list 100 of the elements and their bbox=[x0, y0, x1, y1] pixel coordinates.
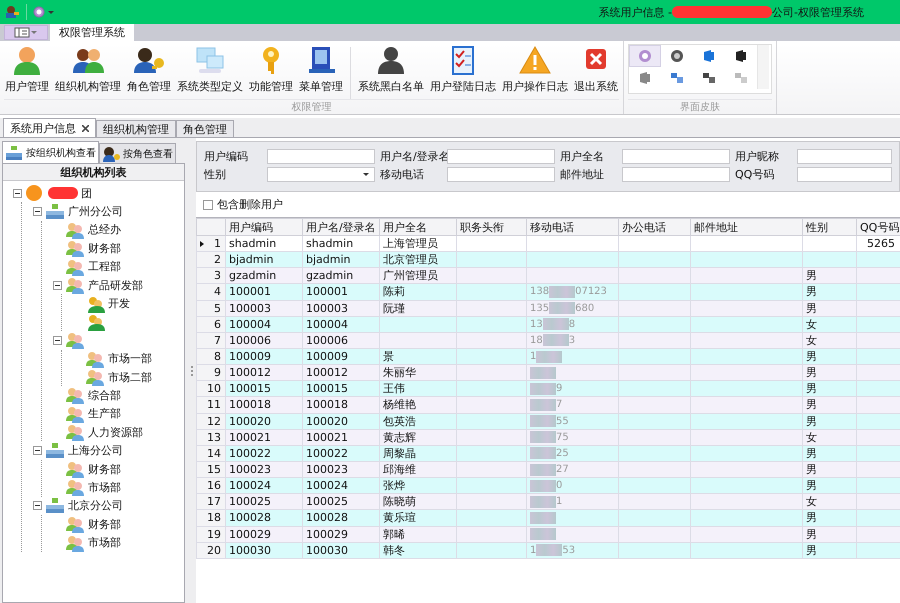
blurred-text bbox=[536, 350, 562, 363]
table-row[interactable]: 1 shadmin shadmin 上海管理员 5265 bbox=[196, 236, 900, 252]
input-field[interactable] bbox=[797, 149, 892, 164]
ribbon-tab[interactable]: 权限管理系统 bbox=[50, 24, 134, 41]
collapse-toggle[interactable] bbox=[33, 501, 42, 510]
table-row[interactable]: 14 100022 100022 周黎晶 25 男 bbox=[196, 445, 900, 462]
toolbar-button[interactable]: 组织机构管理 bbox=[52, 43, 124, 99]
tree-item[interactable]: 工程部 bbox=[88, 259, 121, 274]
table-cell: gzadmin bbox=[306, 269, 354, 282]
people-icon bbox=[65, 404, 85, 423]
tree-item[interactable]: 北京分公司 bbox=[68, 498, 123, 514]
tree-item[interactable]: 市场二部 bbox=[108, 370, 152, 385]
tree-item[interactable]: 团 bbox=[81, 186, 92, 201]
document-tab[interactable]: 组织机构管理 bbox=[96, 120, 176, 137]
toolbar-button[interactable]: 菜单管理 bbox=[296, 43, 346, 99]
table-row[interactable]: 15 100023 100023 邱海维 27 男 bbox=[196, 461, 900, 478]
tree-item[interactable]: 市场部 bbox=[88, 480, 121, 495]
tree-item[interactable]: 产品研发部 bbox=[88, 278, 143, 293]
tree-item[interactable]: 财务部 bbox=[88, 462, 121, 477]
table-row[interactable]: 6 100004 100004 13 8 女 bbox=[196, 316, 900, 332]
input-field[interactable] bbox=[447, 167, 555, 182]
column-header[interactable]: QQ号码 bbox=[856, 218, 900, 236]
table-cell: 100012 bbox=[306, 366, 348, 380]
column-header[interactable]: 邮件地址 bbox=[690, 218, 802, 236]
tree-item[interactable]: 综合部 bbox=[88, 388, 121, 403]
table-row[interactable]: 7 100006 100006 18 3 女 bbox=[196, 332, 900, 348]
table-row[interactable]: 9 100012 100012 朱丽华 男 bbox=[196, 364, 900, 381]
column-header[interactable]: 用户编码 bbox=[226, 218, 302, 236]
input-field[interactable] bbox=[622, 149, 730, 164]
table-row[interactable]: 8 100009 100009 景 1 男 bbox=[196, 348, 900, 365]
toolbar-button[interactable]: 用户管理 bbox=[2, 43, 52, 99]
table-row[interactable]: 5 100003 100003 阮瑾 135 680 男 bbox=[196, 300, 900, 316]
collapse-toggle[interactable] bbox=[53, 336, 62, 345]
panel-tab[interactable]: 按角色查看 bbox=[99, 143, 176, 163]
table-row[interactable]: 13 100021 100021 黄志辉 75 女 bbox=[196, 429, 900, 446]
table-row[interactable]: 17 100025 100025 陈晓萌 1 女 bbox=[196, 494, 900, 510]
row-number: 7 bbox=[214, 334, 221, 347]
toolbar-button[interactable]: 角色管理 bbox=[124, 43, 174, 99]
panel-header: 组织机构列表 bbox=[3, 164, 184, 181]
input-field[interactable] bbox=[622, 167, 730, 182]
table-row[interactable]: 18 100028 100028 黄乐瑄 男 bbox=[196, 510, 900, 526]
toolbar-button[interactable]: 用户操作日志 bbox=[499, 43, 571, 99]
input-field[interactable] bbox=[447, 149, 555, 164]
table-cell: 100006 bbox=[229, 334, 271, 347]
column-header[interactable]: 移动电话 bbox=[526, 218, 618, 236]
table-cell: 杨维艳 bbox=[383, 398, 416, 412]
tree-item[interactable]: 总经办 bbox=[88, 222, 121, 238]
table-row[interactable]: 10 100015 100015 王伟 9 男 bbox=[196, 380, 900, 397]
collapse-toggle[interactable] bbox=[13, 188, 22, 198]
table-row[interactable]: 3 gzadmin gzadmin 广州管理员 男 bbox=[196, 268, 900, 284]
collapse-toggle[interactable] bbox=[33, 446, 42, 456]
table-row[interactable]: 16 100024 100024 张烨 0 男 bbox=[196, 478, 900, 494]
collapse-toggle[interactable] bbox=[53, 280, 62, 290]
checkbox[interactable] bbox=[203, 200, 213, 210]
tree-item[interactable]: 人力资源部 bbox=[88, 424, 143, 440]
tree-item[interactable]: 市场部 bbox=[88, 535, 121, 550]
column-header[interactable]: 职务头衔 bbox=[456, 218, 526, 236]
table-row[interactable]: 12 100020 100020 包英浩 55 男 bbox=[196, 413, 900, 430]
row-number: 18 bbox=[207, 511, 221, 524]
tree-item[interactable]: 财务部 bbox=[88, 240, 121, 256]
table-cell: 广州管理员 bbox=[383, 269, 438, 282]
app-menu-button[interactable] bbox=[4, 25, 48, 40]
toolbar-button[interactable]: 用户登陆日志 bbox=[427, 43, 499, 99]
dropdown-field[interactable] bbox=[267, 167, 375, 182]
blurred-text bbox=[530, 480, 556, 492]
table-cell: 100022 bbox=[229, 446, 271, 460]
column-header[interactable]: 用户全名 bbox=[380, 218, 456, 236]
scrollbar[interactable] bbox=[757, 45, 769, 89]
tree-item[interactable]: 市场一部 bbox=[108, 351, 152, 366]
input-field[interactable] bbox=[267, 149, 375, 164]
table-row[interactable]: 20 100030 100030 韩冬 1 53 男 bbox=[196, 542, 900, 558]
tree-item[interactable]: 广州分公司 bbox=[68, 204, 123, 220]
tree-item[interactable]: 生产部 bbox=[88, 406, 121, 422]
tree-item[interactable]: 财务部 bbox=[88, 516, 121, 532]
input-field[interactable] bbox=[797, 167, 892, 182]
tree-item[interactable]: 开发 bbox=[108, 296, 130, 312]
table-row[interactable]: 11 100018 100018 杨维艳 7 男 bbox=[196, 396, 900, 414]
toolbar-button[interactable]: 退出系统 bbox=[571, 43, 621, 99]
toolbar-button[interactable]: 系统黑白名单 bbox=[355, 43, 427, 99]
document-tab[interactable]: 系统用户信息 bbox=[3, 118, 96, 137]
collapse-toggle[interactable] bbox=[33, 207, 42, 216]
toolbar-button[interactable]: 功能管理 bbox=[246, 43, 296, 99]
table-row[interactable]: 4 100001 100001 陈莉 138 07123 男 bbox=[196, 284, 900, 300]
table-row[interactable]: 19 100029 100029 郭晞 男 bbox=[196, 526, 900, 542]
panel-tab[interactable]: 按组织机构查看 bbox=[2, 141, 99, 163]
tab-label: 系统用户信息 bbox=[10, 120, 76, 136]
table-cell: 100018 bbox=[306, 398, 348, 412]
table-cell: 100025 bbox=[229, 495, 271, 508]
tree-item[interactable]: 上海分公司 bbox=[68, 443, 123, 458]
column-header[interactable]: 用户名/登录名 bbox=[302, 218, 380, 236]
toolbar-button[interactable]: 系统类型定义 bbox=[174, 43, 246, 99]
table-cell: 景 bbox=[383, 350, 394, 364]
table-row[interactable]: 2 bjadmin bjadmin 北京管理员 bbox=[196, 252, 900, 268]
table-cell: 3 bbox=[568, 334, 576, 346]
document-tab[interactable]: 角色管理 bbox=[176, 120, 234, 137]
org-chart-icon bbox=[5, 144, 24, 160]
sun-icon bbox=[25, 184, 45, 202]
column-header[interactable]: 办公电话 bbox=[618, 218, 690, 236]
table-cell: 张烨 bbox=[383, 479, 405, 492]
column-header[interactable]: 性别 bbox=[802, 218, 856, 236]
